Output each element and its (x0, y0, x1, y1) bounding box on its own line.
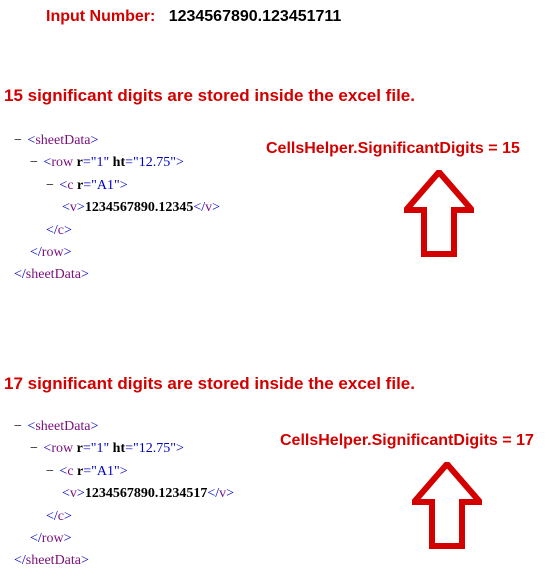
xml-line: </row> (14, 242, 274, 264)
xml-line: − <sheetData> (14, 130, 274, 152)
up-arrow-icon (404, 170, 474, 260)
xml-line: </c> (14, 220, 274, 242)
xml-line: − <sheetData> (14, 416, 274, 438)
xml-line: </sheetData> (14, 264, 274, 286)
xml-line: − <row r="1" ht="12.75"> (14, 438, 274, 460)
xml-line: − <row r="1" ht="12.75"> (14, 152, 274, 174)
xml-block-17: − <sheetData> − <row r="1" ht="12.75"> −… (14, 416, 274, 573)
xml-block-15: − <sheetData> − <row r="1" ht="12.75"> −… (14, 130, 274, 287)
input-label: Input Number: (46, 8, 155, 25)
input-number-line: Input Number: 1234567890.123451711 (46, 8, 341, 26)
xml-line: </c> (14, 506, 274, 528)
page-root: Input Number: 1234567890.123451711 15 si… (0, 0, 560, 588)
section-header-15: 15 significant digits are stored inside … (4, 86, 415, 106)
xml-line: </sheetData> (14, 550, 274, 572)
section-header-17: 17 significant digits are stored inside … (4, 374, 415, 394)
xml-line: <v>1234567890.1234517</v> (14, 483, 274, 505)
annotation-17: CellsHelper.SignificantDigits = 17 (280, 432, 534, 450)
input-value: 1234567890.123451711 (169, 8, 342, 25)
up-arrow-icon (412, 462, 482, 552)
xml-line: − <c r="A1"> (14, 175, 274, 197)
annotation-15: CellsHelper.SignificantDigits = 15 (266, 140, 520, 158)
xml-line: </row> (14, 528, 274, 550)
xml-line: − <c r="A1"> (14, 461, 274, 483)
xml-line: <v>1234567890.12345</v> (14, 197, 274, 219)
